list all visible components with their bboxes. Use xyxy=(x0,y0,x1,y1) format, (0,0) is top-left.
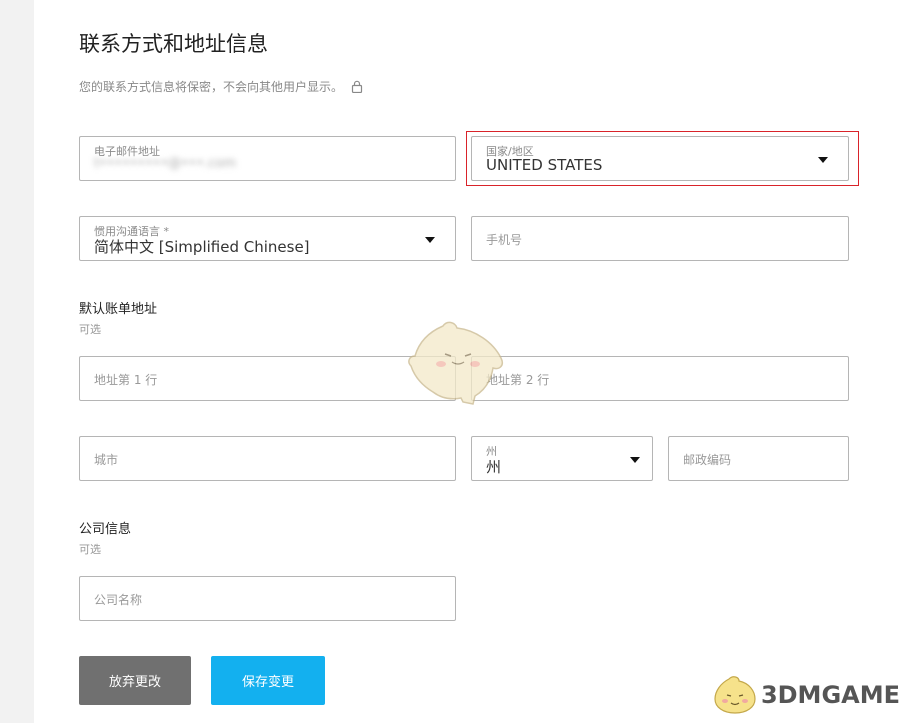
chevron-down-icon xyxy=(630,457,640,463)
page-title: 联系方式和地址信息 xyxy=(79,32,268,56)
phone-input[interactable]: 手机号 xyxy=(471,216,849,261)
watermark-logo: 3DMGAME xyxy=(713,675,900,715)
billing-optional-note: 可选 xyxy=(79,323,101,336)
company-name-input[interactable]: 公司名称 xyxy=(79,576,456,621)
state-select[interactable]: 州 州 xyxy=(471,436,653,481)
city-input[interactable]: 城市 xyxy=(79,436,456,481)
chevron-down-icon xyxy=(818,157,828,163)
watermark-text: 3DMGAME xyxy=(760,681,900,709)
city-placeholder: 城市 xyxy=(94,453,119,467)
discard-changes-button[interactable]: 放弃更改 xyxy=(79,656,191,705)
company-optional-note: 可选 xyxy=(79,543,101,556)
email-value: t•••••••••@•••.com xyxy=(94,156,237,171)
address-line1-input[interactable]: 地址第 1 行 xyxy=(79,356,456,401)
language-value: 简体中文 [Simplified Chinese] xyxy=(94,238,310,256)
privacy-note: 您的联系方式信息将保密，不会向其他用户显示。 xyxy=(79,78,363,95)
email-field[interactable]: 电子邮件地址 t•••••••••@•••.com xyxy=(79,136,456,181)
language-select[interactable]: 惯用沟通语言 * 简体中文 [Simplified Chinese] xyxy=(79,216,456,261)
country-value: UNITED STATES xyxy=(486,156,603,174)
zip-placeholder: 邮政编码 xyxy=(683,453,732,467)
zip-input[interactable]: 邮政编码 xyxy=(668,436,849,481)
phone-placeholder: 手机号 xyxy=(486,233,523,247)
lock-icon xyxy=(351,80,363,93)
watermark-mascot-icon xyxy=(408,321,504,405)
watermark-mascot-small-icon xyxy=(714,676,756,714)
state-value: 州 xyxy=(486,458,502,476)
billing-section-title: 默认账单地址 xyxy=(79,302,158,317)
chevron-down-icon xyxy=(425,237,435,243)
country-select[interactable]: 国家/地区 UNITED STATES xyxy=(471,136,849,181)
company-section-title: 公司信息 xyxy=(79,522,132,537)
address-line2-input[interactable]: 地址第 2 行 xyxy=(471,356,849,401)
company-name-placeholder: 公司名称 xyxy=(94,593,143,607)
save-changes-button[interactable]: 保存变更 xyxy=(211,656,325,705)
privacy-note-text: 您的联系方式信息将保密，不会向其他用户显示。 xyxy=(79,80,344,94)
address-line1-placeholder: 地址第 1 行 xyxy=(94,373,158,387)
